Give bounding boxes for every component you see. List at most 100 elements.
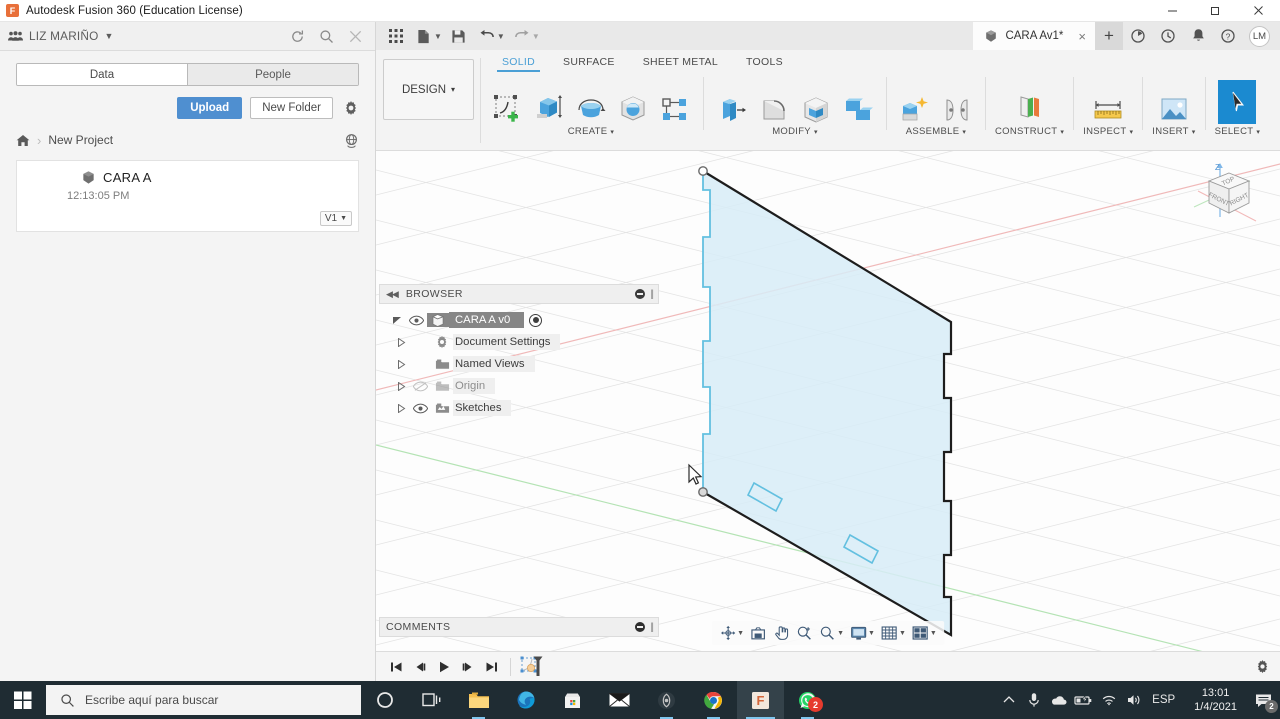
- tree-item-document-settings[interactable]: Document Settings: [379, 331, 659, 353]
- recent-icon[interactable]: [1153, 22, 1183, 50]
- expand-triangle-icon[interactable]: [393, 403, 409, 413]
- store-icon[interactable]: [549, 681, 596, 719]
- skip-to-end-icon[interactable]: [480, 653, 504, 681]
- new-tab-button[interactable]: +: [1095, 22, 1123, 50]
- close-icon[interactable]: [1237, 0, 1280, 22]
- collapse-left-icon[interactable]: ◀◀: [386, 289, 399, 300]
- save-icon[interactable]: [445, 23, 473, 49]
- look-at-icon[interactable]: [747, 622, 770, 644]
- task-view-icon[interactable]: [408, 681, 455, 719]
- fit-icon[interactable]: [816, 622, 839, 644]
- step-forward-icon[interactable]: [456, 653, 480, 681]
- tab-tools[interactable]: TOOLS: [732, 54, 797, 72]
- undo-dropdown-caret[interactable]: ▼: [497, 32, 505, 41]
- viewports-dropdown-caret[interactable]: ▼: [930, 630, 937, 637]
- ribbon-group-select-label[interactable]: SELECT ▾: [1215, 126, 1261, 137]
- tab-people[interactable]: People: [187, 64, 358, 85]
- workspace-selector[interactable]: DESIGN ▾: [383, 59, 474, 120]
- comments-panel-header[interactable]: COMMENTS |||: [379, 617, 659, 637]
- sketch-point-origin[interactable]: [698, 487, 708, 497]
- skip-to-start-icon[interactable]: [384, 653, 408, 681]
- pan-icon[interactable]: [770, 622, 793, 644]
- language-indicator[interactable]: ESP: [1146, 694, 1185, 706]
- job-status-icon[interactable]: [1123, 22, 1153, 50]
- expand-triangle-icon[interactable]: [393, 337, 409, 347]
- document-tab[interactable]: CARA Av1* ×: [973, 22, 1095, 50]
- notifications-icon[interactable]: 2: [1246, 681, 1280, 719]
- edge-icon[interactable]: [502, 681, 549, 719]
- volume-icon[interactable]: [1121, 681, 1146, 719]
- timeline-settings-gear-icon[interactable]: [1255, 659, 1270, 674]
- expand-triangle-icon[interactable]: [393, 359, 409, 369]
- google-chrome-icon[interactable]: [690, 681, 737, 719]
- ribbon-group-assemble-label[interactable]: ASSEMBLE ▾: [906, 126, 966, 137]
- list-item[interactable]: CARA A 12:13:05 PM V1 ▼: [16, 160, 359, 232]
- fillet-icon[interactable]: [755, 80, 793, 124]
- refresh-icon[interactable]: [290, 29, 305, 44]
- ribbon-group-insert-label[interactable]: INSERT ▾: [1152, 126, 1195, 137]
- sweep-icon[interactable]: [614, 80, 652, 124]
- display-settings-icon[interactable]: [847, 622, 870, 644]
- breadcrumb-project[interactable]: New Project: [48, 133, 113, 147]
- view-cube[interactable]: Z TOP FRONT RIGHT: [1190, 155, 1270, 239]
- search-input[interactable]: Escribe aquí para buscar: [46, 685, 361, 715]
- gear-icon[interactable]: [343, 100, 359, 116]
- microphone-icon[interactable]: [1021, 681, 1046, 719]
- viewport-canvas[interactable]: Z TOP FRONT RIGHT ◀◀ BROWSER ||| CARA A …: [376, 151, 1280, 651]
- ribbon-group-construct-label[interactable]: CONSTRUCT ▾: [995, 126, 1064, 137]
- upload-button[interactable]: Upload: [177, 97, 243, 119]
- tab-data[interactable]: Data: [17, 64, 187, 85]
- version-selector[interactable]: V1 ▼: [319, 211, 352, 226]
- step-back-icon[interactable]: [408, 653, 432, 681]
- windows-start-icon[interactable]: [0, 681, 46, 719]
- ribbon-group-inspect-label[interactable]: INSPECT ▾: [1083, 126, 1133, 137]
- tab-solid[interactable]: SOLID: [488, 54, 549, 72]
- show-hidden-icons-chevron-icon[interactable]: [996, 681, 1021, 719]
- chevron-down-icon[interactable]: ▼: [105, 31, 114, 41]
- viewports-icon[interactable]: [909, 622, 932, 644]
- wifi-icon[interactable]: [1096, 681, 1121, 719]
- fusion-team-icon[interactable]: [643, 681, 690, 719]
- create-sketch-icon[interactable]: [488, 80, 526, 124]
- tree-item-origin[interactable]: Origin: [379, 375, 659, 397]
- orbit-icon[interactable]: [716, 622, 739, 644]
- expand-triangle-icon[interactable]: [389, 316, 405, 325]
- new-folder-button[interactable]: New Folder: [250, 97, 333, 119]
- file-explorer-icon[interactable]: [455, 681, 502, 719]
- revolve-icon[interactable]: [572, 80, 610, 124]
- maximize-icon[interactable]: [1194, 0, 1237, 22]
- offset-plane-icon[interactable]: [1011, 80, 1049, 124]
- activate-component-radio[interactable]: [529, 313, 543, 327]
- display-settings-dropdown-caret[interactable]: ▼: [868, 630, 875, 637]
- grip-icon[interactable]: |||: [650, 622, 654, 633]
- tree-item-sketches[interactable]: Sketches: [379, 397, 659, 419]
- ribbon-group-modify-label[interactable]: MODIFY ▾: [772, 126, 818, 137]
- globe-icon[interactable]: [344, 133, 359, 148]
- avatar[interactable]: LM: [1249, 25, 1270, 47]
- whatsapp-icon[interactable]: 2: [784, 681, 831, 719]
- grip-icon[interactable]: |||: [650, 289, 654, 300]
- fusion-360-icon[interactable]: F: [737, 681, 784, 719]
- fit-dropdown-caret[interactable]: ▼: [837, 630, 844, 637]
- tab-surface[interactable]: SURFACE: [549, 54, 629, 72]
- visibility-eye-off-icon[interactable]: [409, 381, 431, 392]
- ribbon-group-create-label[interactable]: CREATE ▾: [568, 126, 614, 137]
- extrude-icon[interactable]: [530, 80, 568, 124]
- cortana-icon[interactable]: [361, 681, 408, 719]
- measure-icon[interactable]: [1089, 80, 1127, 124]
- notifications-bell-icon[interactable]: [1183, 22, 1213, 50]
- app-grid-icon[interactable]: [382, 23, 410, 49]
- home-icon[interactable]: [16, 134, 30, 147]
- expand-triangle-icon[interactable]: [393, 381, 409, 391]
- search-icon[interactable]: [319, 29, 334, 44]
- tab-sheet-metal[interactable]: SHEET METAL: [629, 54, 732, 72]
- new-component-icon[interactable]: [896, 80, 934, 124]
- combine-icon[interactable]: [839, 80, 877, 124]
- tree-item-named-views[interactable]: Named Views: [379, 353, 659, 375]
- help-icon[interactable]: ?: [1213, 22, 1243, 50]
- panel-minus-icon[interactable]: [635, 289, 646, 299]
- visibility-eye-icon[interactable]: [405, 315, 427, 326]
- visibility-eye-icon[interactable]: [409, 403, 431, 414]
- zoom-icon[interactable]: [793, 622, 816, 644]
- onedrive-icon[interactable]: [1046, 681, 1071, 719]
